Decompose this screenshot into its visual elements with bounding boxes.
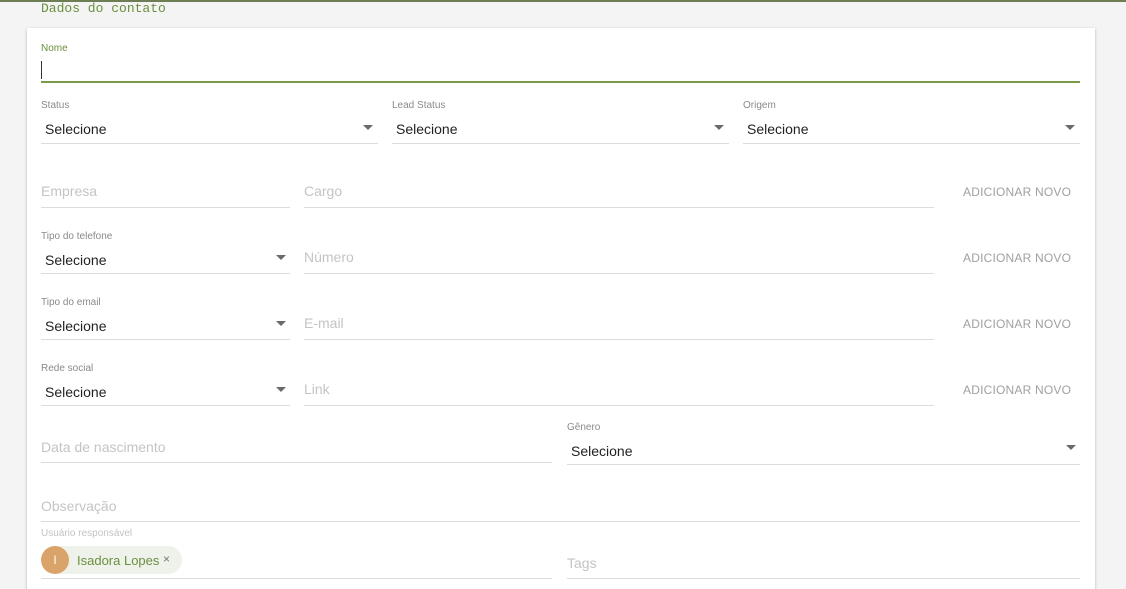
lead-status-label: Lead Status <box>392 100 446 111</box>
data-nascimento-underline <box>41 462 552 463</box>
origem-value: Selecione <box>747 121 809 137</box>
origem-underline <box>743 143 1080 144</box>
user-chip-name: Isadora Lopes <box>77 553 160 568</box>
add-new-company-button[interactable]: ADICIONAR NOVO <box>963 185 1071 199</box>
close-icon[interactable]: × <box>163 552 170 566</box>
tipo-email-select[interactable]: Selecione <box>41 313 290 339</box>
rede-social-value: Selecione <box>45 384 107 400</box>
link-input[interactable]: Link <box>304 378 934 405</box>
link-placeholder: Link <box>304 381 330 397</box>
observacao-input[interactable]: Observação <box>41 495 1080 521</box>
add-new-phone-button[interactable]: ADICIONAR NOVO <box>963 251 1071 265</box>
email-input[interactable]: E-mail <box>304 312 934 339</box>
nome-underline <box>41 81 1080 83</box>
observacao-underline <box>41 521 1080 522</box>
usuario-responsavel-label: Usuário responsável <box>41 528 133 539</box>
numero-input[interactable]: Número <box>304 246 934 273</box>
add-new-social-button[interactable]: ADICIONAR NOVO <box>963 383 1071 397</box>
data-nascimento-input[interactable]: Data de nascimento <box>41 436 552 462</box>
empresa-input[interactable]: Empresa <box>41 180 290 207</box>
tags-placeholder: Tags <box>567 555 597 571</box>
cargo-underline <box>304 207 934 208</box>
tipo-email-underline <box>41 339 290 340</box>
dropdown-arrow-icon <box>276 321 286 326</box>
tags-underline <box>567 578 1080 579</box>
top-border <box>0 0 1126 2</box>
tipo-telefone-select[interactable]: Selecione <box>41 247 290 273</box>
text-caret <box>41 61 42 79</box>
numero-underline <box>304 273 934 274</box>
status-label: Status <box>41 100 70 111</box>
genero-label: Gênero <box>567 422 601 433</box>
dropdown-arrow-icon <box>363 125 373 130</box>
observacao-placeholder: Observação <box>41 498 117 514</box>
genero-value: Selecione <box>571 443 633 459</box>
status-value: Selecione <box>45 121 107 137</box>
add-new-email-button[interactable]: ADICIONAR NOVO <box>963 317 1071 331</box>
avatar: I <box>41 546 69 574</box>
lead-status-underline <box>392 143 729 144</box>
tipo-telefone-underline <box>41 273 290 274</box>
tipo-email-value: Selecione <box>45 318 107 334</box>
dropdown-arrow-icon <box>714 125 724 130</box>
tipo-telefone-value: Selecione <box>45 252 107 268</box>
dropdown-arrow-icon <box>276 387 286 392</box>
rede-social-select[interactable]: Selecione <box>41 379 290 405</box>
status-underline <box>41 143 378 144</box>
section-title: Dados do contato <box>41 1 166 16</box>
tipo-email-label: Tipo do email <box>41 297 101 308</box>
numero-placeholder: Número <box>304 249 354 265</box>
lead-status-select[interactable]: Selecione <box>392 116 729 143</box>
lead-status-value: Selecione <box>396 121 458 137</box>
data-nascimento-placeholder: Data de nascimento <box>41 439 166 455</box>
nome-input[interactable] <box>41 58 1080 82</box>
dropdown-arrow-icon <box>1066 445 1076 450</box>
tipo-telefone-label: Tipo do telefone <box>41 231 113 242</box>
user-chip: I Isadora Lopes × <box>41 546 182 574</box>
genero-select[interactable]: Selecione <box>567 438 1080 464</box>
dropdown-arrow-icon <box>276 255 286 260</box>
email-underline <box>304 339 934 340</box>
email-placeholder: E-mail <box>304 315 344 331</box>
cargo-placeholder: Cargo <box>304 183 343 199</box>
tags-input[interactable]: Tags <box>567 552 1080 578</box>
dropdown-arrow-icon <box>1065 125 1075 130</box>
empresa-placeholder: Empresa <box>41 183 98 199</box>
rede-social-label: Rede social <box>41 363 94 374</box>
link-underline <box>304 405 934 406</box>
origem-select[interactable]: Selecione <box>743 116 1080 143</box>
status-select[interactable]: Selecione <box>41 116 378 143</box>
usuario-underline <box>41 578 552 579</box>
rede-social-underline <box>41 405 290 406</box>
origem-label: Origem <box>743 100 776 111</box>
cargo-input[interactable]: Cargo <box>304 180 934 207</box>
genero-underline <box>567 464 1080 465</box>
nome-label: Nome <box>41 43 68 54</box>
empresa-underline <box>41 207 290 208</box>
